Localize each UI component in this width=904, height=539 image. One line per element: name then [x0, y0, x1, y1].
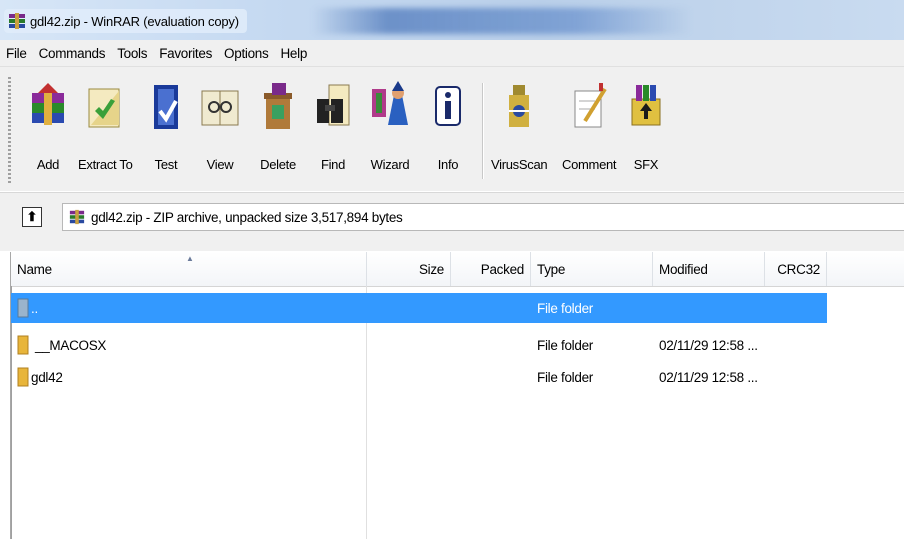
info-icon — [435, 86, 461, 126]
find-binoculars-icon — [317, 84, 350, 126]
menu-help[interactable]: Help — [274, 46, 313, 61]
table-row[interactable]: .. File folder — [11, 293, 827, 323]
menu-options[interactable]: Options — [218, 46, 274, 61]
comment-button[interactable]: Comment — [562, 81, 617, 172]
row-modified-cell: 02/11/29 12:58 ... — [659, 369, 758, 385]
row-type-cell: File folder — [537, 337, 593, 353]
zip-archive-icon — [69, 209, 85, 225]
up-folder-button[interactable]: ⬆ — [22, 207, 42, 227]
archive-path-field[interactable]: gdl42.zip - ZIP archive, unpacked size 3… — [62, 203, 904, 231]
parent-folder-icon — [17, 298, 29, 318]
menu-bar: File Commands Tools Favorites Options He… — [0, 40, 904, 67]
sfx-icon — [631, 85, 661, 126]
file-list[interactable]: Name ▲ Size Packed Type Modified CRC32 .… — [10, 252, 904, 539]
extract-to-icon — [88, 88, 120, 128]
row-type-cell: File folder — [537, 300, 593, 316]
row-name-cell: .. — [17, 293, 38, 323]
winrar-app-icon — [9, 13, 25, 29]
column-name[interactable]: Name ▲ — [11, 252, 367, 286]
column-packed[interactable]: Packed — [451, 252, 531, 286]
virusscan-button[interactable]: VirusScan — [491, 81, 548, 172]
folder-icon — [17, 367, 29, 387]
toolbar: Add Extract To Test View Delete Find Wiz… — [0, 67, 904, 191]
toolbar-separator — [482, 83, 484, 179]
sfx-button[interactable]: SFX — [626, 81, 666, 172]
wizard-icon — [372, 81, 408, 125]
info-button[interactable]: Info — [428, 81, 468, 172]
address-bar: ⬆ gdl42.zip - ZIP archive, unpacked size… — [0, 192, 904, 251]
title-bar: gdl42.zip - WinRAR (evaluation copy) — [0, 0, 904, 40]
find-button[interactable]: Find — [313, 81, 353, 172]
menu-favorites[interactable]: Favorites — [153, 46, 218, 61]
table-row[interactable]: gdl42 File folder 02/11/29 12:58 ... — [11, 362, 827, 392]
list-header: Name ▲ Size Packed Type Modified CRC32 — [11, 252, 904, 287]
test-icon — [154, 85, 178, 129]
column-crc32[interactable]: CRC32 — [765, 252, 827, 286]
extract-to-button[interactable]: Extract To — [78, 81, 133, 172]
name-column-divider — [366, 286, 367, 539]
title-bar-glass — [312, 8, 692, 34]
delete-button[interactable]: Delete — [258, 81, 298, 172]
archive-info-text: gdl42.zip - ZIP archive, unpacked size 3… — [91, 209, 403, 225]
view-button[interactable]: View — [200, 81, 240, 172]
table-row[interactable]: __MACOSX File folder 02/11/29 12:58 ... — [11, 330, 827, 360]
virusscan-icon — [509, 85, 530, 127]
delete-icon — [264, 83, 292, 129]
menu-file[interactable]: File — [0, 46, 33, 61]
up-arrow-icon: ⬆ — [26, 209, 38, 224]
column-type[interactable]: Type — [531, 252, 653, 286]
column-modified[interactable]: Modified — [653, 252, 765, 286]
row-name-cell: __MACOSX — [17, 330, 106, 360]
window-title: gdl42.zip - WinRAR (evaluation copy) — [30, 13, 239, 29]
row-type-cell: File folder — [537, 369, 593, 385]
add-archive-icon — [32, 83, 64, 125]
toolbar-grip[interactable] — [8, 77, 11, 183]
comment-icon — [574, 83, 607, 128]
add-button[interactable]: Add — [28, 81, 68, 172]
wizard-button[interactable]: Wizard — [370, 81, 410, 172]
row-name-cell: gdl42 — [17, 362, 63, 392]
view-icon — [201, 90, 239, 126]
list-left-edge — [11, 286, 12, 539]
title-area: gdl42.zip - WinRAR (evaluation copy) — [4, 9, 247, 33]
row-modified-cell: 02/11/29 12:58 ... — [659, 337, 758, 353]
menu-commands[interactable]: Commands — [33, 46, 112, 61]
folder-icon — [17, 335, 29, 355]
menu-tools[interactable]: Tools — [111, 46, 153, 61]
test-button[interactable]: Test — [146, 81, 186, 172]
sort-ascending-icon: ▲ — [186, 254, 194, 263]
column-size[interactable]: Size — [367, 252, 451, 286]
